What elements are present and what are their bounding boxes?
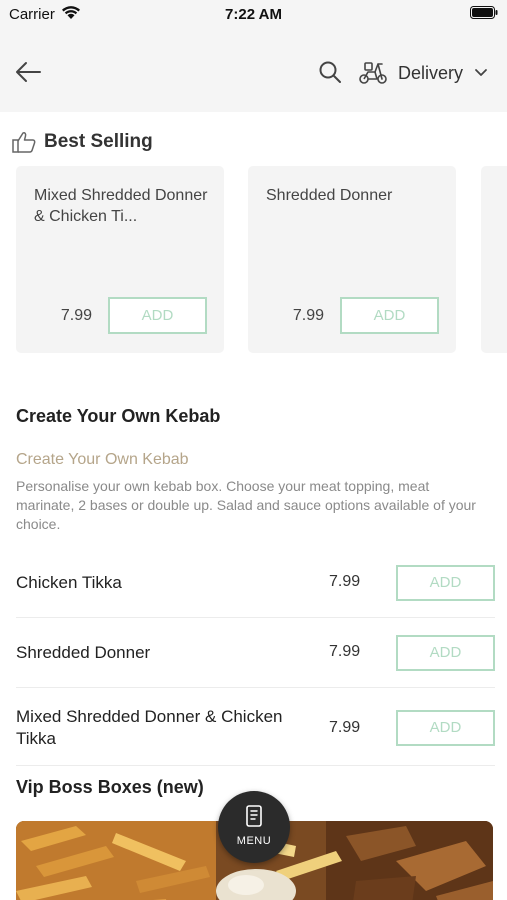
section-title-create-kebab: Create Your Own Kebab: [16, 406, 221, 426]
category-subtitle: Create Your Own Kebab: [16, 451, 189, 468]
chevron-down-icon[interactable]: [474, 67, 488, 79]
search-icon[interactable]: [319, 61, 341, 83]
menu-item-row[interactable]: Chicken Tikka 7.99 ADD: [16, 548, 495, 618]
menu-item-price: 7.99: [329, 573, 361, 590]
menu-item-name: Chicken Tikka: [16, 573, 122, 592]
add-button[interactable]: ADD: [396, 710, 495, 746]
back-arrow-icon[interactable]: [14, 58, 42, 86]
add-button[interactable]: ADD: [108, 297, 207, 334]
card-item-price: 7.99: [60, 307, 92, 324]
menu-item-name: Shredded Donner: [16, 643, 151, 662]
add-button[interactable]: ADD: [340, 297, 439, 334]
menu-book-icon: [246, 805, 262, 827]
best-selling-card-partial[interactable]: [481, 166, 507, 353]
add-button[interactable]: ADD: [396, 635, 495, 671]
category-description: Personalise your own kebab box. Choose y…: [16, 478, 476, 532]
clock: 7:22 AM: [225, 6, 282, 23]
menu-item-price: 7.99: [329, 719, 361, 736]
menu-item-row[interactable]: Shredded Donner 7.99 ADD: [16, 618, 495, 688]
battery-icon: [470, 6, 498, 19]
menu-button-label: MENU: [236, 835, 272, 847]
status-bar: Carrier 7:22 AM: [0, 0, 507, 32]
menu-item-price: 7.99: [329, 643, 361, 660]
card-item-price: 7.99: [292, 307, 324, 324]
best-selling-card[interactable]: Shredded Donner 7.99 ADD: [248, 166, 456, 353]
thumbs-up-icon: [12, 132, 36, 153]
delivery-mode-selector[interactable]: Delivery: [398, 63, 463, 84]
best-selling-title: Best Selling: [44, 131, 153, 152]
best-selling-card[interactable]: Mixed Shredded Donner & Chicken Ti... 7.…: [16, 166, 224, 353]
menu-item-name: Mixed Shredded Donner & Chicken Tikka: [16, 707, 283, 748]
card-item-name: Mixed Shredded Donner & Chicken Ti...: [34, 187, 208, 225]
add-button[interactable]: ADD: [396, 565, 495, 601]
card-item-name: Shredded Donner: [266, 187, 393, 204]
menu-floating-button[interactable]: MENU: [218, 791, 290, 863]
section-title-vip-boxes: Vip Boss Boxes (new): [16, 777, 204, 797]
top-navigation-bar: Delivery: [0, 32, 507, 112]
scooter-icon[interactable]: [358, 59, 388, 85]
menu-item-row[interactable]: Mixed Shredded Donner & Chicken Tikka 7.…: [16, 688, 495, 766]
